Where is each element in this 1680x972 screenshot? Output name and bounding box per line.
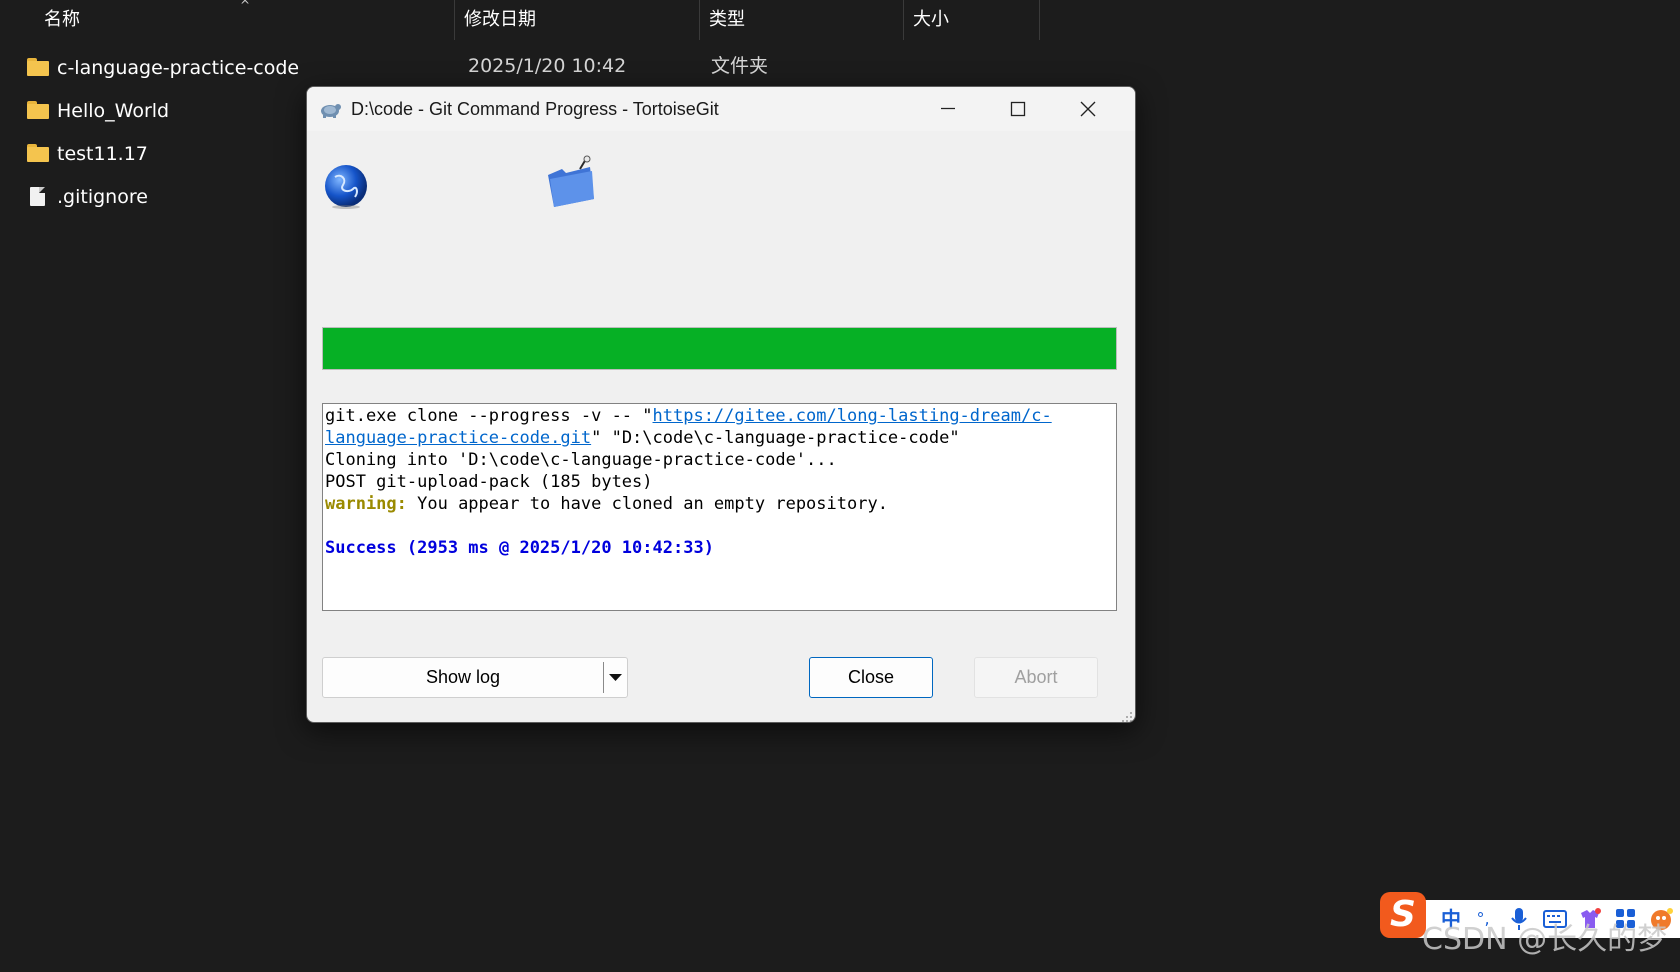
command-output-log[interactable]: git.exe clone --progress -v -- "https://… (322, 403, 1117, 611)
log-text: git.exe clone --progress -v -- " (325, 406, 653, 426)
success-message: Success (2953 ms @ 2025/1/20 10:42:33) (325, 538, 714, 558)
file-row-hello-world[interactable]: Hello_World (0, 91, 300, 131)
log-line: POST git-upload-pack (185 bytes) (325, 472, 653, 492)
show-log-dropdown-button[interactable] (604, 658, 627, 697)
show-log-split-button[interactable]: Show log (322, 657, 628, 698)
log-line: warning: You appear to have cloned an em… (325, 493, 1114, 515)
repository-url-link[interactable]: https://gitee.com/long-lasting-dream/c- (653, 406, 1052, 426)
minimize-button[interactable] (913, 87, 983, 131)
show-log-button[interactable]: Show log (323, 658, 603, 697)
file-name: test11.17 (57, 143, 148, 165)
log-text: " "D:\code\c-language-practice-code" (591, 428, 960, 448)
abort-button[interactable]: Abort (974, 657, 1098, 698)
column-modified-label: 修改日期 (464, 9, 536, 30)
chevron-down-icon (609, 674, 622, 681)
file-type: 文件夹 (711, 55, 769, 77)
warning-label: warning: (325, 494, 407, 514)
csdn-watermark: CSDN @长久的梦 (1422, 922, 1668, 957)
maximize-button[interactable] (983, 87, 1053, 131)
file-row-gitignore[interactable]: .gitignore (0, 177, 300, 217)
column-size-header[interactable]: 大小 (904, 0, 1040, 40)
sort-ascending-icon: ^ (240, 0, 251, 12)
log-line: Cloning into 'D:\code\c-language-practic… (325, 450, 837, 470)
minimize-icon (941, 107, 955, 110)
progress-bar (322, 327, 1117, 370)
folder-icon (27, 58, 49, 78)
progress-bar-fill (323, 328, 1116, 369)
warning-text: You appear to have cloned an empty repos… (406, 494, 888, 514)
maximize-icon (1010, 101, 1026, 117)
column-type-label: 类型 (709, 9, 745, 30)
globe-icon (323, 163, 369, 209)
column-size-label: 大小 (913, 9, 949, 30)
file-row-test11-17[interactable]: test11.17 (0, 134, 300, 174)
file-name: c-language-practice-code (57, 57, 300, 79)
log-line: language-practice-code.git" "D:\code\c-l… (325, 427, 1114, 449)
tortoisegit-app-icon (319, 99, 341, 119)
close-button[interactable]: Close (809, 657, 933, 698)
explorer-column-header: 名称 ^ 修改日期 类型 大小 (0, 0, 1040, 40)
dialog-title: D:\code - Git Command Progress - Tortois… (351, 99, 719, 119)
sogou-ime-logo[interactable]: S (1380, 892, 1426, 938)
column-modified-header[interactable]: 修改日期 (455, 0, 700, 40)
column-type-header[interactable]: 类型 (700, 0, 904, 40)
column-name-label: 名称 (44, 9, 80, 30)
close-window-button[interactable] (1053, 87, 1123, 131)
folder-icon (27, 144, 49, 164)
log-blank-line (325, 515, 1114, 537)
repository-url-link[interactable]: language-practice-code.git (325, 428, 591, 448)
file-icon (27, 187, 49, 207)
folder-icon (27, 101, 49, 121)
close-icon (1080, 101, 1096, 117)
log-line: git.exe clone --progress -v -- "https://… (325, 405, 1114, 427)
dialog-titlebar[interactable]: D:\code - Git Command Progress - Tortois… (307, 87, 1135, 131)
resize-grip-icon[interactable] (1121, 708, 1133, 722)
git-progress-dialog: D:\code - Git Command Progress - Tortois… (306, 86, 1136, 723)
file-name: .gitignore (57, 186, 148, 208)
file-name: Hello_World (57, 100, 170, 122)
file-modified-date: 2025/1/20 10:42 (468, 55, 627, 77)
folder-icon (542, 155, 598, 209)
file-row-c-language-practice-code[interactable]: c-language-practice-code (0, 48, 300, 88)
